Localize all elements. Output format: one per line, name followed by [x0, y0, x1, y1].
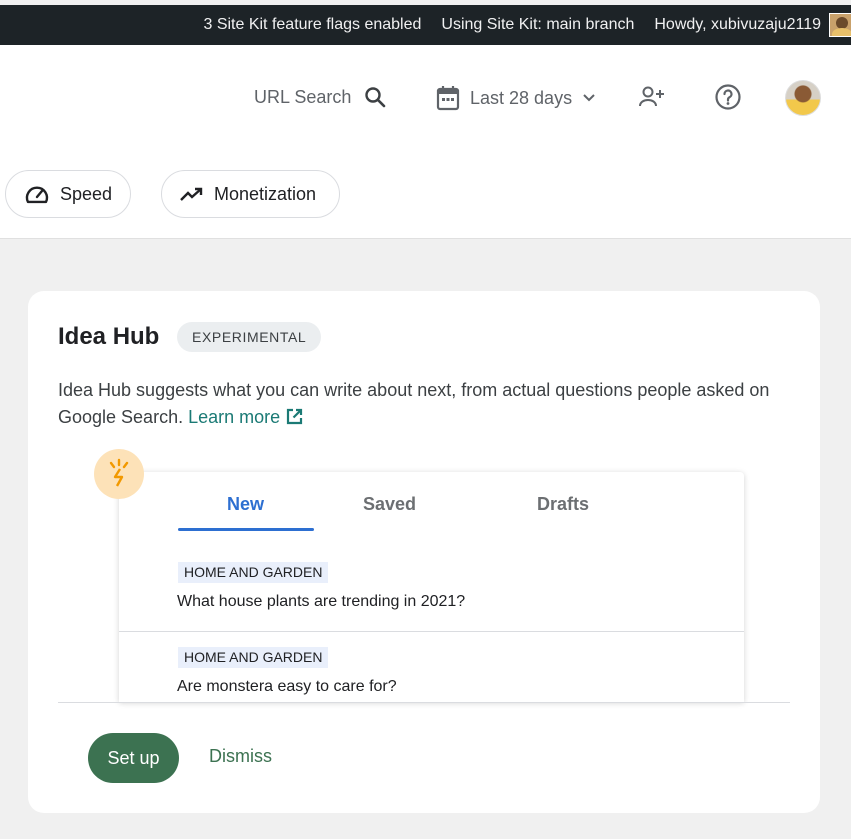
- branch-info-link[interactable]: Using Site Kit: main branch: [441, 16, 634, 34]
- howdy-label: Howdy, xubivuzaju2119: [654, 16, 821, 33]
- wp-admin-bar: 3 Site Kit feature flags enabled Using S…: [0, 5, 851, 45]
- idea-question: Are monstera easy to care for?: [177, 678, 397, 695]
- chip-monetization[interactable]: Monetization: [161, 170, 340, 218]
- learn-more-link[interactable]: Learn more: [188, 407, 303, 427]
- lightbulb-icon: [94, 449, 144, 499]
- active-tab-indicator: [178, 528, 314, 531]
- url-search-label: URL Search: [254, 86, 352, 107]
- account-menu[interactable]: Howdy, xubivuzaju2119: [654, 13, 851, 37]
- list-item: HOME AND GARDEN Are monstera easy to car…: [119, 647, 744, 702]
- setup-button[interactable]: Set up: [88, 733, 179, 783]
- tab-drafts[interactable]: Drafts: [537, 494, 589, 515]
- chip-monetization-label: Monetization: [214, 183, 317, 204]
- experimental-badge: EXPERIMENTAL: [177, 322, 322, 352]
- card-description: Idea Hub suggests what you can write abo…: [58, 377, 788, 431]
- speedometer-icon: [25, 186, 49, 204]
- topic-tag: HOME AND GARDEN: [178, 647, 329, 668]
- person-add-icon: [639, 86, 664, 107]
- help-button[interactable]: [714, 83, 742, 111]
- tab-new[interactable]: New: [227, 494, 264, 515]
- idea-hub-card: Idea Hub EXPERIMENTAL Idea Hub suggests …: [28, 291, 820, 813]
- learn-more-label: Learn more: [188, 407, 281, 427]
- sitekit-header: URL Search Last 28 days Speed Monetizati…: [0, 45, 851, 239]
- add-user-button[interactable]: [638, 83, 666, 111]
- url-search-button[interactable]: URL Search: [254, 85, 387, 109]
- search-icon: [365, 87, 386, 108]
- list-item: HOME AND GARDEN What house plants are tr…: [119, 562, 744, 632]
- external-link-icon: [287, 408, 303, 425]
- help-icon: [715, 84, 741, 110]
- description-text: Idea Hub suggests what you can write abo…: [58, 380, 770, 427]
- card-title: Idea Hub: [58, 323, 160, 350]
- admin-avatar: [829, 13, 851, 37]
- trending-up-icon: [180, 187, 203, 201]
- dismiss-button[interactable]: Dismiss: [209, 746, 272, 767]
- topic-tag: HOME AND GARDEN: [178, 562, 329, 583]
- chevron-down-icon: [583, 94, 595, 102]
- ideas-preview: New Saved Drafts HOME AND GARDEN What ho…: [119, 472, 744, 702]
- chip-speed[interactable]: Speed: [5, 170, 131, 218]
- idea-question: What house plants are trending in 2021?: [177, 593, 466, 610]
- card-divider: [58, 702, 790, 703]
- feature-flags-link[interactable]: 3 Site Kit feature flags enabled: [203, 16, 421, 34]
- chip-speed-label: Speed: [59, 183, 112, 204]
- calendar-icon: [436, 86, 460, 111]
- date-range-selector[interactable]: Last 28 days: [436, 85, 596, 111]
- user-avatar[interactable]: [785, 80, 821, 116]
- tab-saved[interactable]: Saved: [363, 494, 416, 515]
- date-range-label: Last 28 days: [470, 87, 573, 108]
